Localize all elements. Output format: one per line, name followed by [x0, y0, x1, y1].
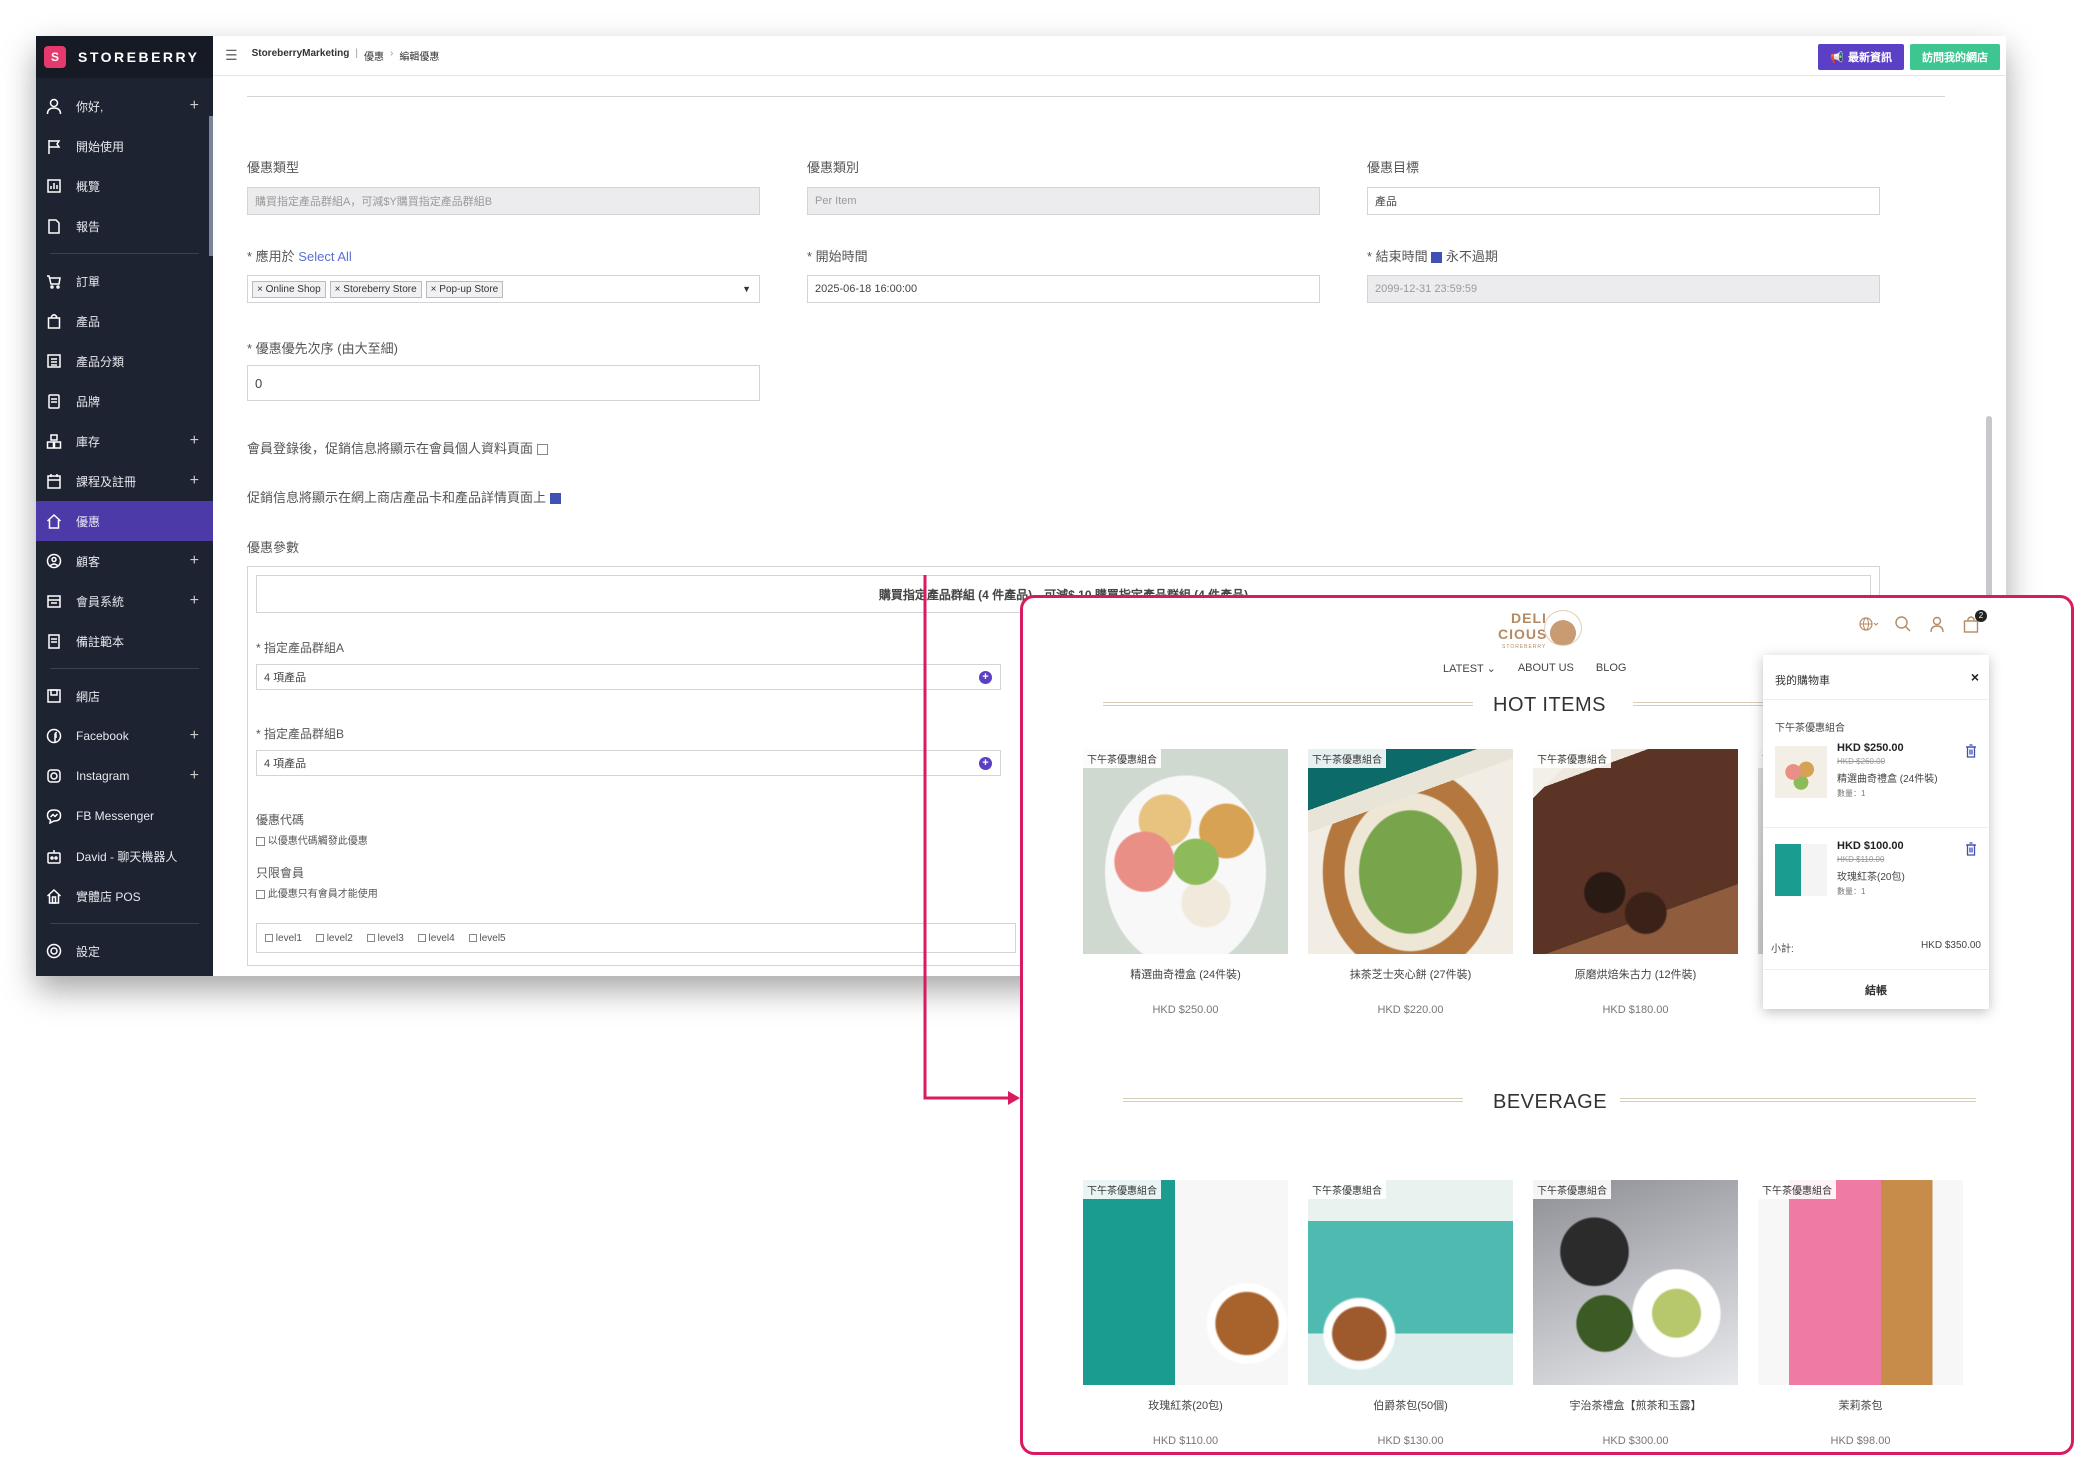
- product-name[interactable]: 伯爵茶包(50個): [1308, 1397, 1513, 1413]
- promo-badge: 下午茶優惠組合: [1533, 749, 1611, 768]
- divider: [1763, 969, 1989, 970]
- delicious-logo[interactable]: DELI CIOUS STOREBERRY: [1498, 604, 1598, 654]
- cart-item[interactable]: HKD $100.00 HKD $110.00 玫瑰紅茶(20包) 數量：1: [1775, 840, 1981, 910]
- store-nav: LATEST ⌄ ABOUT US BLOG: [1443, 662, 1626, 675]
- promo-badge: 下午茶優惠組合: [1308, 1180, 1386, 1199]
- product-name[interactable]: 宇治茶禮盒【煎茶和玉露】: [1533, 1397, 1738, 1413]
- nav-blog[interactable]: BLOG: [1596, 662, 1627, 675]
- nav-latest[interactable]: LATEST ⌄: [1443, 662, 1496, 675]
- shopping-bag-icon[interactable]: 2: [1961, 610, 1987, 634]
- store-header-icons: 2: [1859, 610, 1987, 634]
- product-image[interactable]: 下午茶優惠組合: [1308, 1180, 1513, 1385]
- promo-badge: 下午茶優惠組合: [1083, 1180, 1161, 1199]
- product-name[interactable]: 精選曲奇禮盒 (24件裝): [1083, 966, 1288, 982]
- product-image[interactable]: 下午茶優惠組合: [1758, 1180, 1963, 1385]
- product-card[interactable]: 下午茶優惠組合茉莉茶包 HKD $98.00: [1758, 1180, 1963, 1447]
- product-price: HKD $98.00: [1830, 1435, 1891, 1447]
- trash-icon[interactable]: [1965, 842, 1977, 856]
- search-icon[interactable]: [1893, 614, 1913, 634]
- subtotal-label: 小計:: [1771, 944, 1794, 955]
- product-price: HKD $250.00: [1152, 1004, 1219, 1016]
- product-price: HKD $220.00: [1377, 1004, 1444, 1016]
- product-card[interactable]: 下午茶優惠組合玫瑰紅茶(20包) HKD $110.00: [1083, 1180, 1288, 1447]
- cart-item-qty: 數量：1: [1837, 887, 1866, 896]
- divider: [1763, 827, 1989, 828]
- logo-text-line-2: CIOUS: [1498, 626, 1548, 642]
- product-price: HKD $130.00: [1377, 1435, 1444, 1447]
- logo-text-line-1: DELI: [1511, 610, 1547, 626]
- promo-badge: 下午茶優惠組合: [1533, 1180, 1611, 1199]
- section-divider: [1103, 702, 1473, 706]
- globe-icon[interactable]: [1859, 614, 1879, 634]
- product-image[interactable]: 下午茶優惠組合: [1083, 749, 1288, 954]
- product-price: HKD $110.00: [1152, 1435, 1219, 1447]
- mini-cart-panel: 我的購物車 × 下午茶優惠組合 HKD $250.00 HKD $260.00 精選…: [1763, 655, 1989, 1009]
- cart-item-image: [1775, 844, 1827, 896]
- cart-group-label: 下午茶優惠組合: [1775, 723, 1845, 734]
- cart-count-badge: 2: [1975, 610, 1987, 622]
- storefront-window: DELI CIOUS STOREBERRY 2 LATEST ⌄ ABOUT U…: [1020, 595, 2074, 1455]
- cart-item-image: [1775, 746, 1827, 798]
- connector-line: [923, 575, 1010, 1100]
- cart-item[interactable]: HKD $250.00 HKD $260.00 精選曲奇禮盒 (24件裝) 數量：1: [1775, 742, 1981, 812]
- promo-badge: 下午茶優惠組合: [1758, 1180, 1836, 1199]
- product-price: HKD $300.00: [1602, 1435, 1669, 1447]
- cart-item-price: HKD $100.00: [1837, 840, 1904, 852]
- product-name[interactable]: 玫瑰紅茶(20包): [1083, 1397, 1288, 1413]
- product-card[interactable]: 下午茶優惠組合宇治茶禮盒【煎茶和玉露】 HKD $300.00: [1533, 1180, 1738, 1447]
- trash-icon[interactable]: [1965, 744, 1977, 758]
- product-name[interactable]: 茉莉茶包: [1758, 1397, 1963, 1413]
- logo-subtext: STOREBERRY: [1502, 644, 1547, 650]
- bowl-icon: [1544, 610, 1582, 646]
- product-image[interactable]: 下午茶優惠組合: [1533, 1180, 1738, 1385]
- product-price: HKD $180.00: [1602, 1004, 1669, 1016]
- cart-item-old-price: HKD $110.00: [1837, 855, 1885, 864]
- cart-item-name: 精選曲奇禮盒 (24件裝): [1837, 774, 1938, 785]
- cart-item-qty: 數量：1: [1837, 789, 1866, 798]
- product-name[interactable]: 抹茶芝士夾心餅 (27件裝): [1308, 966, 1513, 982]
- cart-item-price: HKD $250.00: [1837, 742, 1904, 754]
- promo-badge: 下午茶優惠組合: [1308, 749, 1386, 768]
- section-divider: [1620, 1098, 1976, 1102]
- user-icon[interactable]: [1927, 614, 1947, 634]
- section-divider: [1123, 1098, 1463, 1102]
- cart-item-name: 玫瑰紅茶(20包): [1837, 872, 1905, 883]
- divider: [1763, 699, 1989, 700]
- product-card[interactable]: 下午茶優惠組合原磨烘焙朱古力 (12件裝) HKD $180.00: [1533, 749, 1738, 1016]
- promo-badge: 下午茶優惠組合: [1083, 749, 1161, 768]
- product-name[interactable]: 原磨烘焙朱古力 (12件裝): [1533, 966, 1738, 982]
- logo-text: DELI CIOUS: [1498, 610, 1547, 642]
- checkout-button[interactable]: 結帳: [1763, 982, 1989, 998]
- cart-title: 我的購物車: [1775, 675, 1830, 687]
- product-card[interactable]: 下午茶優惠組合抹茶芝士夾心餅 (27件裝) HKD $220.00: [1308, 749, 1513, 1016]
- product-card[interactable]: 下午茶優惠組合伯爵茶包(50個) HKD $130.00: [1308, 1180, 1513, 1447]
- hot-items-title: HOT ITEMS: [1493, 694, 1607, 716]
- product-image[interactable]: 下午茶優惠組合: [1533, 749, 1738, 954]
- cart-item-old-price: HKD $260.00: [1837, 757, 1886, 766]
- nav-about-us[interactable]: ABOUT US: [1518, 662, 1574, 675]
- beverage-title: BEVERAGE: [1493, 1091, 1608, 1113]
- subtotal-value: HKD $350.00: [1920, 940, 1981, 951]
- close-icon[interactable]: ×: [1971, 669, 1979, 685]
- product-card[interactable]: 下午茶優惠組合精選曲奇禮盒 (24件裝) HKD $250.00: [1083, 749, 1288, 1016]
- product-image[interactable]: 下午茶優惠組合: [1083, 1180, 1288, 1385]
- connector-arrowhead: [1008, 1091, 1020, 1105]
- product-image[interactable]: 下午茶優惠組合: [1308, 749, 1513, 954]
